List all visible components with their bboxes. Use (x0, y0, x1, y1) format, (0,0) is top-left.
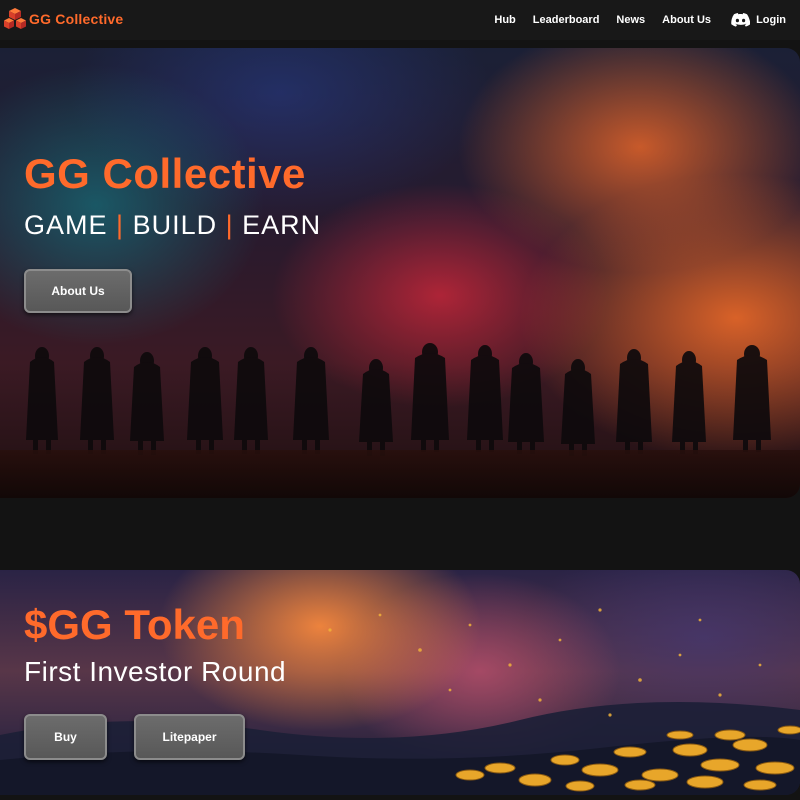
tagline-separator: | (225, 210, 234, 240)
logo-icon (4, 7, 26, 31)
brand-name: GG Collective (29, 11, 124, 27)
nav-link-hub[interactable]: Hub (494, 14, 515, 26)
token-banner: $GG Token First Investor Round Buy Litep… (0, 570, 800, 795)
nav-link-news[interactable]: News (616, 14, 645, 26)
buy-button[interactable]: Buy (24, 714, 107, 760)
tagline-earn: EARN (242, 210, 322, 240)
tagline-separator: | (116, 210, 125, 240)
discord-icon (731, 13, 756, 27)
nav-link-about-us[interactable]: About Us (662, 14, 711, 26)
hero-tagline: GAME | BUILD | EARN (24, 210, 321, 241)
tagline-build: BUILD (132, 210, 218, 240)
login-button[interactable]: Login (731, 13, 786, 27)
token-title: $GG Token (24, 601, 245, 648)
hero-ground (0, 450, 800, 498)
tagline-game: GAME (24, 210, 108, 240)
litepaper-button[interactable]: Litepaper (134, 714, 245, 760)
hero-banner: GG Collective GAME | BUILD | EARN About … (0, 48, 800, 498)
hero-title: GG Collective (24, 150, 306, 197)
token-subtitle: First Investor Round (24, 656, 287, 687)
brand-link[interactable]: GG Collective (4, 6, 123, 32)
about-us-button[interactable]: About Us (24, 269, 132, 313)
page: GG Collective Hub Leaderboard News About… (0, 0, 800, 800)
nav-link-leaderboard[interactable]: Leaderboard (533, 14, 600, 26)
login-label: Login (756, 14, 786, 26)
nav-links: Hub Leaderboard News About Us Login (494, 0, 786, 40)
navbar: GG Collective Hub Leaderboard News About… (0, 0, 800, 40)
